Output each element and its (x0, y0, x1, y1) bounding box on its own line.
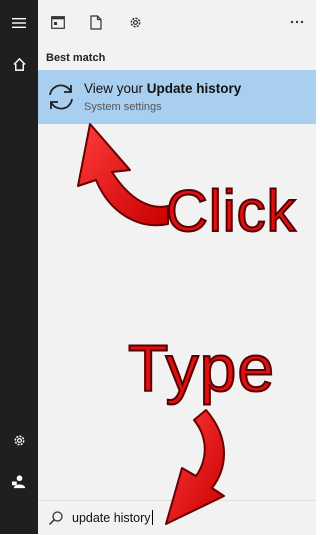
search-panel: Best match View your Update history Syst… (38, 0, 316, 534)
more-options-icon[interactable] (283, 8, 311, 36)
home-icon[interactable] (0, 49, 38, 79)
search-bar[interactable]: update history (38, 500, 316, 535)
best-match-heading: Best match (46, 52, 106, 64)
apps-tab-icon[interactable] (44, 8, 72, 36)
settings-icon[interactable] (0, 425, 38, 455)
best-match-result[interactable]: View your Update history System settings (38, 70, 316, 124)
text-caret (151, 510, 153, 525)
result-title: View your Update history (84, 81, 241, 96)
type-annotation: Type (127, 330, 276, 406)
documents-tab-icon[interactable] (82, 8, 110, 36)
result-title-bold: Update history (146, 81, 242, 96)
update-sync-icon (44, 80, 78, 114)
search-icon (48, 510, 64, 526)
search-input[interactable]: update history (72, 510, 153, 525)
search-input-value: update history (72, 511, 151, 525)
result-subtitle: System settings (84, 101, 162, 113)
filter-toolbar (38, 0, 316, 40)
click-annotation: Click (165, 178, 297, 245)
result-title-prefix: View your (84, 81, 147, 96)
start-nav-rail (0, 0, 38, 534)
feedback-icon[interactable] (0, 466, 38, 496)
menu-icon[interactable] (0, 8, 38, 38)
settings-tab-icon[interactable] (121, 8, 149, 36)
